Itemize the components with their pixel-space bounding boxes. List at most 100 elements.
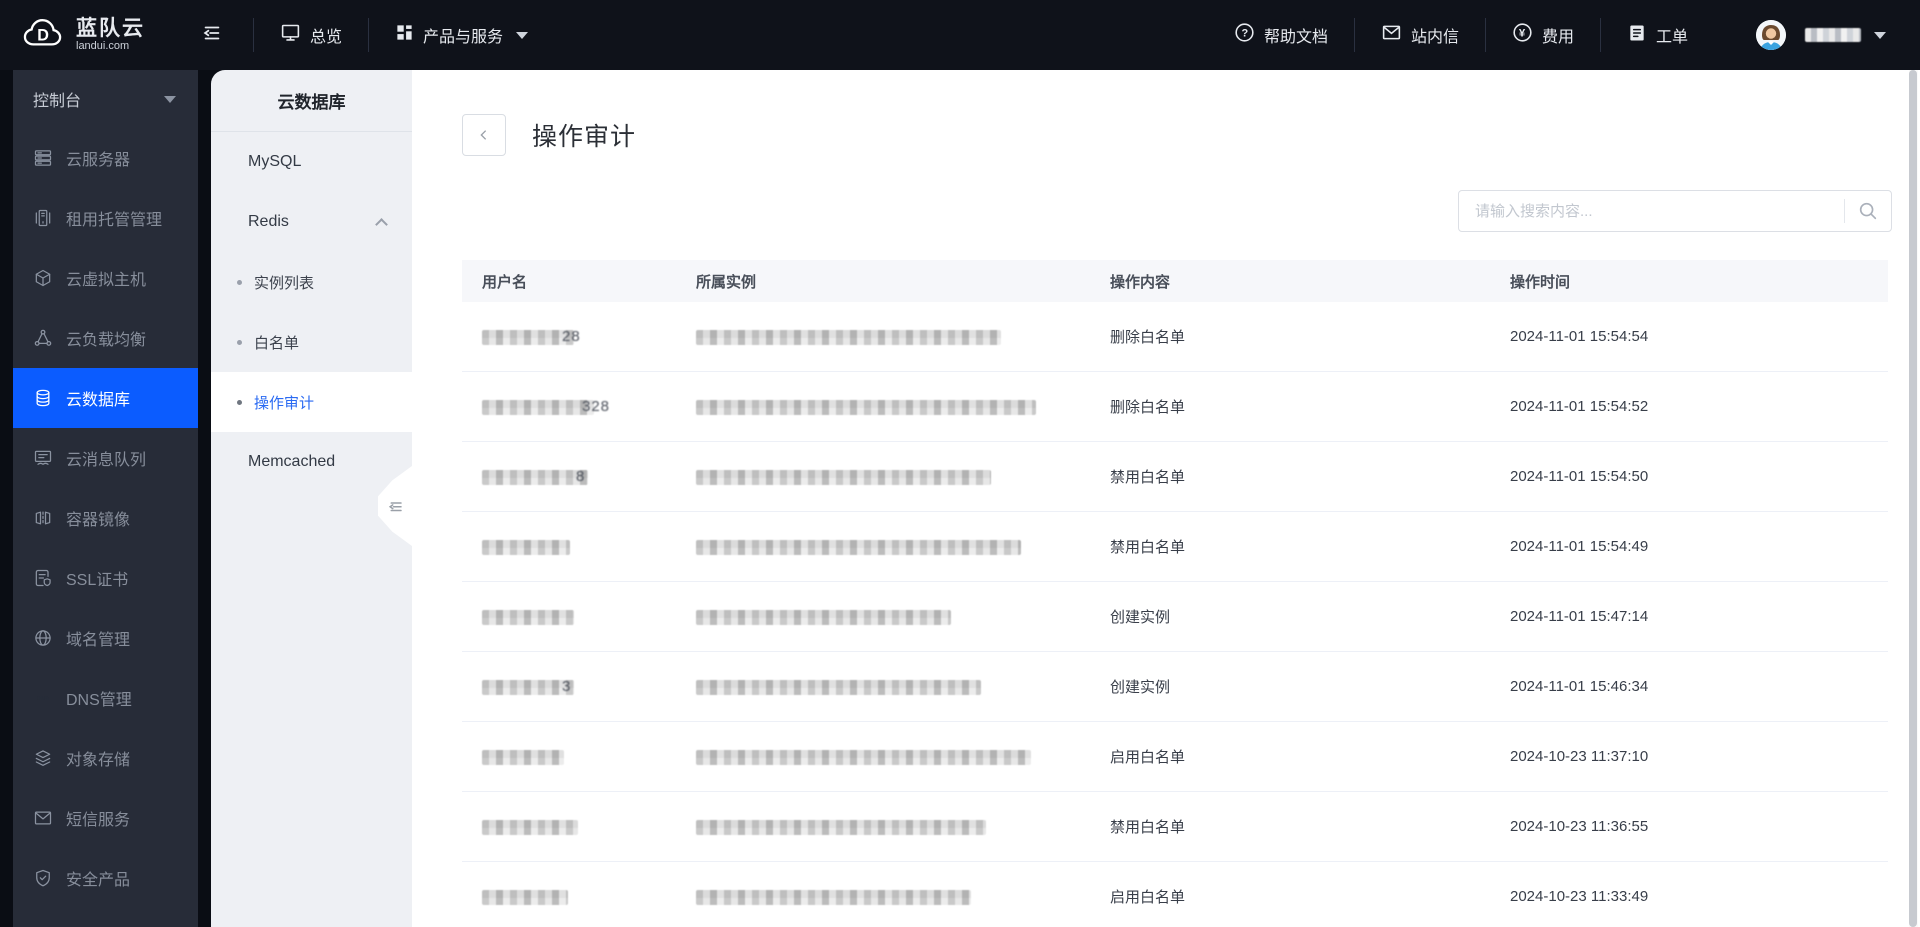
console-label: 控制台 xyxy=(33,93,82,110)
table-row: 启用白名单 2024-10-23 11:33:49 xyxy=(462,862,1888,927)
chevron-down-icon xyxy=(1874,31,1886,39)
cell-time: 2024-10-23 11:33:49 xyxy=(1510,888,1649,905)
username-masked xyxy=(482,399,594,415)
table-row: 28 删除白名单 2024-11-01 15:54:54 xyxy=(462,302,1888,372)
instance-masked xyxy=(696,469,991,485)
subsidebar-item-label: Memcached xyxy=(248,453,336,470)
username-masked xyxy=(482,539,570,555)
ticket-icon xyxy=(1627,23,1647,48)
cell-instance xyxy=(676,678,1090,695)
sidebar-item-object-storage[interactable]: 对象存储 xyxy=(13,728,198,788)
svg-text:DNS: DNS xyxy=(37,696,49,702)
sidebar-item-label: 云消息队列 xyxy=(66,452,147,469)
chevron-up-icon xyxy=(375,217,388,231)
bullet-dot xyxy=(237,339,242,345)
load-balancer-icon xyxy=(34,329,52,346)
subsidebar-item-memcached[interactable]: Memcached xyxy=(211,432,412,492)
brand-logo[interactable]: D 蓝队云 landui.com xyxy=(0,14,171,57)
messages-link[interactable]: 站内信 xyxy=(1355,0,1485,70)
vertical-scrollbar[interactable] xyxy=(1909,70,1918,927)
sidebar-item-label: 安全产品 xyxy=(66,872,131,889)
subsidebar-item-whitelist[interactable]: 白名单 xyxy=(211,312,412,372)
subsidebar-item-label: 操作审计 xyxy=(254,394,315,412)
user-menu[interactable] xyxy=(1714,0,1920,70)
audit-table: 用户名 所属实例 操作内容 操作时间 28 删除白名单 2024-11-01 1… xyxy=(462,260,1888,927)
avatar xyxy=(1756,20,1786,50)
nav-overview[interactable]: 总览 xyxy=(254,0,368,70)
console-dropdown[interactable]: 控制台 xyxy=(13,70,198,128)
sidebar-item-hosting[interactable]: 租用托管管理 xyxy=(13,188,198,248)
help-docs-link[interactable]: ? 帮助文档 xyxy=(1208,0,1354,70)
sidebar-item-message-queue[interactable]: 云消息队列 xyxy=(13,428,198,488)
search-input[interactable] xyxy=(1459,202,1844,220)
subsidebar-item-mysql[interactable]: MySQL xyxy=(211,132,412,192)
instance-masked xyxy=(696,889,971,905)
sidebar-item-security[interactable]: 安全产品 xyxy=(13,848,198,908)
cell-instance xyxy=(676,398,1090,415)
column-header-time: 操作时间 xyxy=(1510,273,1571,291)
sidebar-item-cloud-server[interactable]: 云服务器 xyxy=(13,128,198,188)
sidebar-item-label: 短信服务 xyxy=(66,812,131,829)
nav-products-label: 产品与服务 xyxy=(423,29,504,46)
subsidebar-item-operation-audit[interactable]: 操作审计 xyxy=(211,372,412,432)
table-row: 禁用白名单 2024-10-23 11:36:55 xyxy=(462,792,1888,862)
billing-link[interactable]: ¥ 费用 xyxy=(1486,0,1600,70)
sidebar-item-ssl-cert[interactable]: SSL证书 xyxy=(13,548,198,608)
table-row: 禁用白名单 2024-11-01 15:54:49 xyxy=(462,512,1888,582)
sidebar-item-label: 云虚拟主机 xyxy=(66,272,147,289)
sidebar-item-label: 域名管理 xyxy=(66,632,131,649)
cell-action: 删除白名单 xyxy=(1110,329,1186,346)
sidebar-item-domain[interactable]: 域名管理 xyxy=(13,608,198,668)
sidebar-collapse-button[interactable] xyxy=(171,0,253,70)
hosting-icon xyxy=(35,209,51,227)
column-header-username: 用户名 xyxy=(482,273,528,291)
cell-username xyxy=(462,748,676,765)
cell-time: 2024-11-01 15:46:34 xyxy=(1510,678,1649,695)
cell-username xyxy=(462,818,676,835)
subsidebar-item-redis[interactable]: Redis xyxy=(211,192,412,252)
cell-username xyxy=(462,608,676,625)
scrollbar-thumb[interactable] xyxy=(1909,70,1917,927)
svg-text:?: ? xyxy=(1241,27,1248,39)
chevron-down-icon xyxy=(164,95,176,103)
instance-masked xyxy=(696,819,986,835)
sidebar-item-label: 容器镜像 xyxy=(66,512,131,529)
cell-instance xyxy=(676,328,1090,345)
messages-label: 站内信 xyxy=(1410,29,1459,46)
message-queue-icon xyxy=(34,450,52,465)
chevron-down-icon xyxy=(516,31,529,39)
search-button[interactable] xyxy=(1845,191,1891,231)
table-row: 328 删除白名单 2024-11-01 15:54:52 xyxy=(462,372,1888,442)
subsidebar-item-instance-list[interactable]: 实例列表 xyxy=(211,252,412,312)
instance-masked xyxy=(696,679,981,695)
cell-time: 2024-10-23 11:36:55 xyxy=(1510,818,1649,835)
chevron-left-icon xyxy=(480,130,487,140)
search-row xyxy=(412,190,1892,232)
cell-username: 3 xyxy=(462,678,676,695)
username-hint: 328 xyxy=(582,398,611,415)
username-hint: 8 xyxy=(576,468,586,485)
sidebar-item-dns[interactable]: DNS DNS管理 xyxy=(13,668,198,728)
collapse-panel-icon xyxy=(388,502,402,512)
cell-instance xyxy=(676,468,1090,485)
back-button[interactable] xyxy=(462,114,506,156)
secondary-sidebar: 云数据库 MySQL Redis 实例列表 白名单 操作审计 Memcached xyxy=(211,70,412,927)
sidebar-item-container-image[interactable]: 容器镜像 xyxy=(13,488,198,548)
database-icon xyxy=(36,389,50,407)
cube-icon xyxy=(35,269,51,287)
username-masked xyxy=(482,749,564,765)
tickets-link[interactable]: 工单 xyxy=(1601,0,1714,70)
cell-instance xyxy=(676,608,1090,625)
bullet-dot xyxy=(237,399,242,405)
cloud-logo-icon: D xyxy=(20,14,66,57)
sidebar-item-cloud-database[interactable]: 云数据库 xyxy=(13,368,198,428)
sidebar-item-virtual-host[interactable]: 云虚拟主机 xyxy=(13,248,198,308)
instance-masked xyxy=(696,329,1001,345)
subsidebar-item-label: 白名单 xyxy=(254,334,300,352)
globe-icon xyxy=(35,630,51,646)
username-masked xyxy=(482,469,588,485)
sidebar-item-sms[interactable]: 短信服务 xyxy=(13,788,198,848)
sidebar-item-load-balancer[interactable]: 云负载均衡 xyxy=(13,308,198,368)
sidebar-item-label: 租用托管管理 xyxy=(66,212,163,229)
nav-products[interactable]: 产品与服务 xyxy=(369,0,554,70)
